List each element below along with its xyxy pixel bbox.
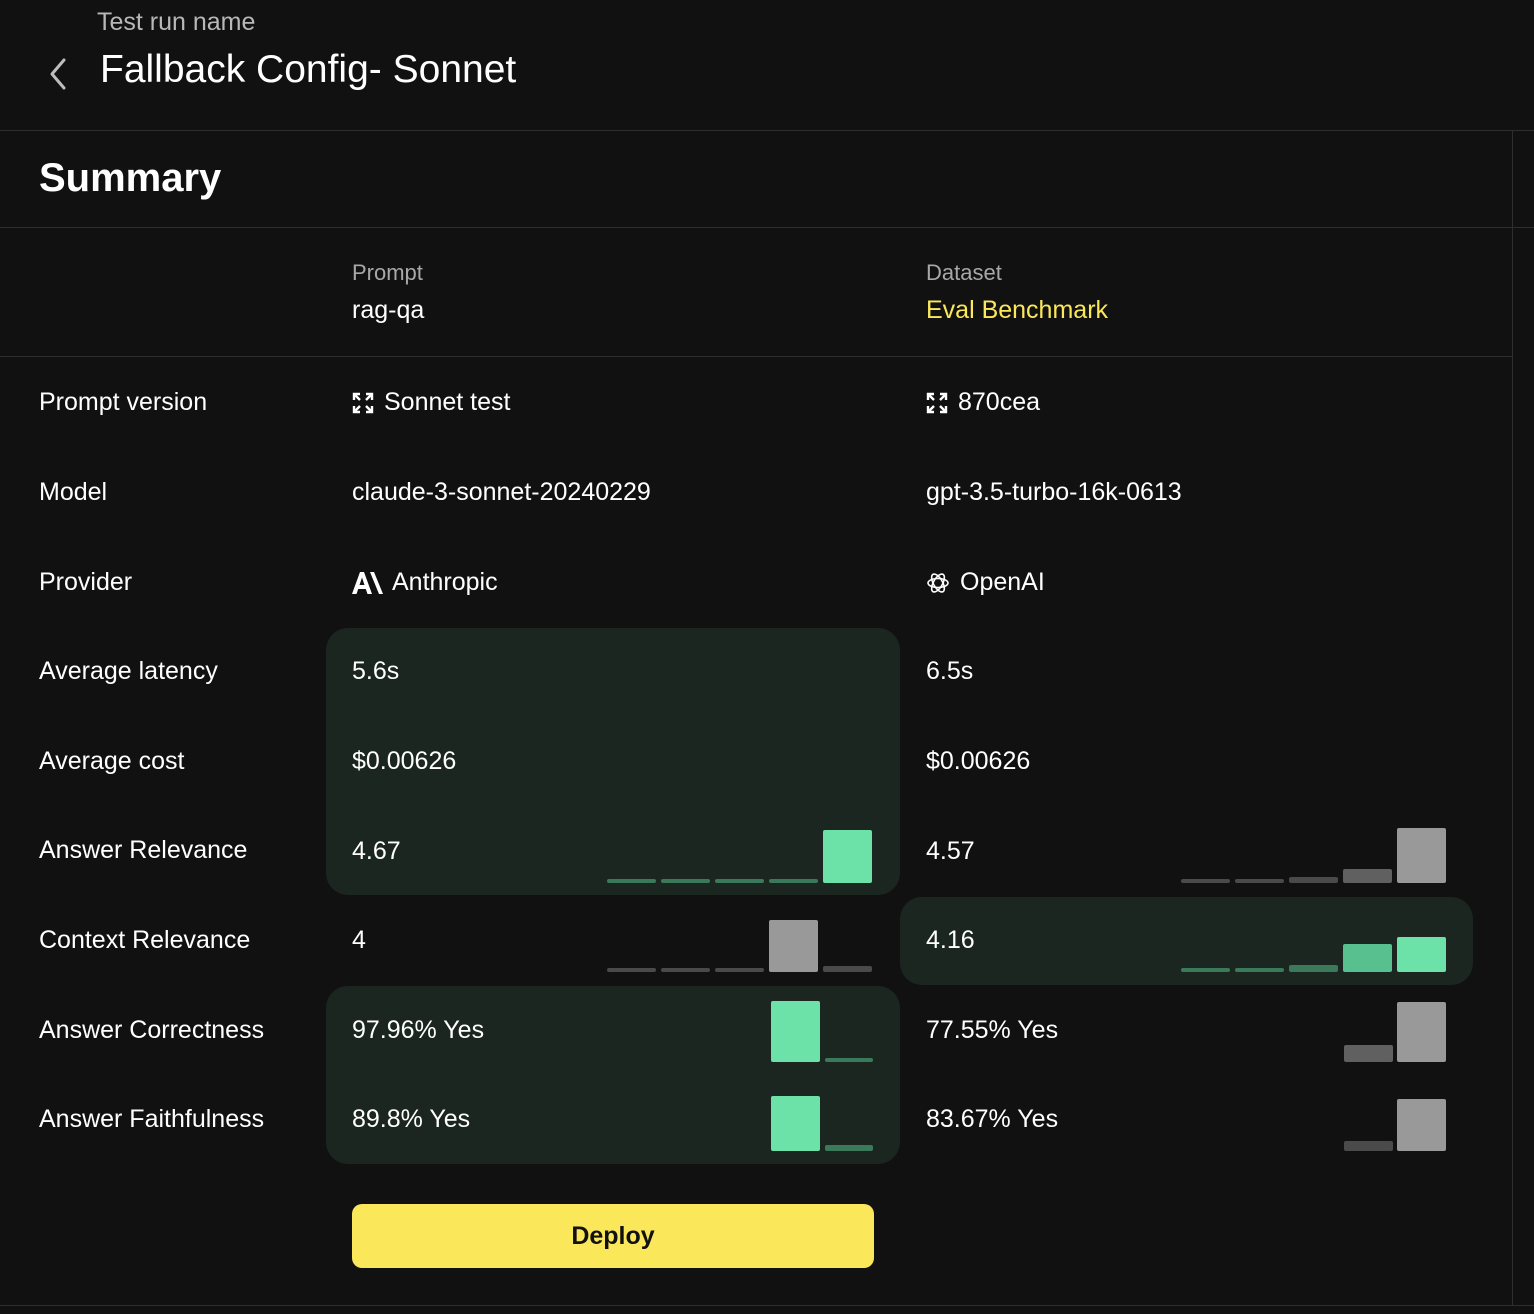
answer-relevance-a: 4.67: [352, 837, 401, 865]
expand-icon: [926, 393, 948, 414]
prompt-version-b[interactable]: 870cea: [926, 388, 1040, 417]
anthropic-logo-icon: [352, 572, 383, 595]
dist-bar: [661, 968, 710, 972]
dist-bar: [1235, 968, 1284, 972]
dist-bar: [1343, 944, 1392, 972]
answer-faithfulness-b: 83.67% Yes: [926, 1105, 1059, 1133]
dist-bar: [1181, 968, 1230, 972]
dist-bar: [1289, 965, 1338, 972]
context-relevance-a: 4: [352, 926, 366, 954]
row-label-model: Model: [39, 478, 108, 506]
dist-bar: [607, 879, 656, 883]
row-label-provider: Provider: [39, 568, 133, 596]
dist-bar: [1235, 879, 1284, 883]
provider-b: OpenAI: [926, 568, 1045, 597]
dist-bar: [1397, 1002, 1446, 1062]
dist-bar: [1344, 1141, 1393, 1151]
row-label-context-relevance: Context Relevance: [39, 926, 251, 954]
row-label-prompt-version: Prompt version: [39, 388, 208, 416]
avg-cost-b: $0.00626: [926, 747, 1031, 775]
dist-bar: [661, 879, 710, 883]
avg-cost-a: $0.00626: [352, 747, 457, 775]
summary-title: Summary: [39, 156, 222, 200]
context-relevance-b: 4.16: [926, 926, 975, 954]
dist-bar: [769, 879, 818, 883]
provider-a-text: Anthropic: [392, 568, 498, 596]
model-b: gpt-3.5-turbo-16k-0613: [926, 478, 1182, 506]
prompt-version-a-text: Sonnet test: [384, 388, 511, 416]
answer-correctness-b: 77.55% Yes: [926, 1016, 1059, 1044]
dataset-column-label: Dataset: [926, 260, 1002, 285]
avg-latency-b: 6.5s: [926, 657, 974, 685]
row-label-answer-correctness: Answer Correctness: [39, 1016, 265, 1044]
answer-faithfulness-a: 89.8% Yes: [352, 1105, 471, 1133]
prompt-column-label: Prompt: [352, 260, 423, 285]
avg-latency-a: 5.6s: [352, 657, 400, 685]
openai-logo-icon: [927, 573, 949, 594]
page-title: Fallback Config- Sonnet: [100, 48, 517, 91]
provider-a: Anthropic: [352, 568, 498, 597]
dist-bar: [1344, 1045, 1393, 1062]
dist-bar: [1397, 937, 1446, 972]
row-label-average-cost: Average cost: [39, 747, 185, 775]
dist-bar: [771, 1096, 820, 1151]
dist-bar: [715, 879, 764, 883]
dist-bar: [715, 968, 764, 972]
dist-bar: [607, 968, 656, 972]
dist-bar: [823, 966, 872, 972]
test-run-name-label: Test run name: [97, 8, 256, 36]
provider-b-text: OpenAI: [960, 568, 1045, 596]
dist-bar: [825, 1058, 873, 1062]
panel-right-border: [1512, 131, 1513, 1306]
dist-bar: [1289, 877, 1338, 883]
prompt-version-a[interactable]: Sonnet test: [352, 388, 510, 417]
summary-divider: [0, 227, 1534, 228]
answer-correctness-a: 97.96% Yes: [352, 1016, 485, 1044]
columns-divider: [0, 356, 1512, 357]
header-divider: [0, 130, 1534, 131]
dist-bar: [1343, 869, 1392, 883]
dist-bar: [769, 920, 818, 972]
dist-bar: [771, 1001, 820, 1062]
model-a: claude-3-sonnet-20240229: [352, 478, 651, 506]
back-button[interactable]: [44, 56, 72, 92]
dist-bar: [823, 830, 872, 883]
dist-bar: [1397, 828, 1446, 883]
prompt-name: rag-qa: [352, 296, 425, 324]
row-label-answer-faithfulness: Answer Faithfulness: [39, 1105, 265, 1133]
row-label-average-latency: Average latency: [39, 657, 218, 685]
dataset-link[interactable]: Eval Benchmark: [926, 296, 1108, 325]
row-label-answer-relevance: Answer Relevance: [39, 836, 248, 864]
dist-bar: [825, 1145, 873, 1151]
panel-bottom-border: [0, 1305, 1534, 1306]
answer-relevance-b: 4.57: [926, 837, 975, 865]
chevron-left-icon: [50, 58, 66, 90]
dist-bar: [1181, 879, 1230, 883]
expand-icon: [352, 393, 374, 414]
deploy-button[interactable]: Deploy: [352, 1204, 874, 1268]
dist-bar: [1397, 1099, 1446, 1151]
prompt-version-b-text: 870cea: [958, 388, 1041, 416]
